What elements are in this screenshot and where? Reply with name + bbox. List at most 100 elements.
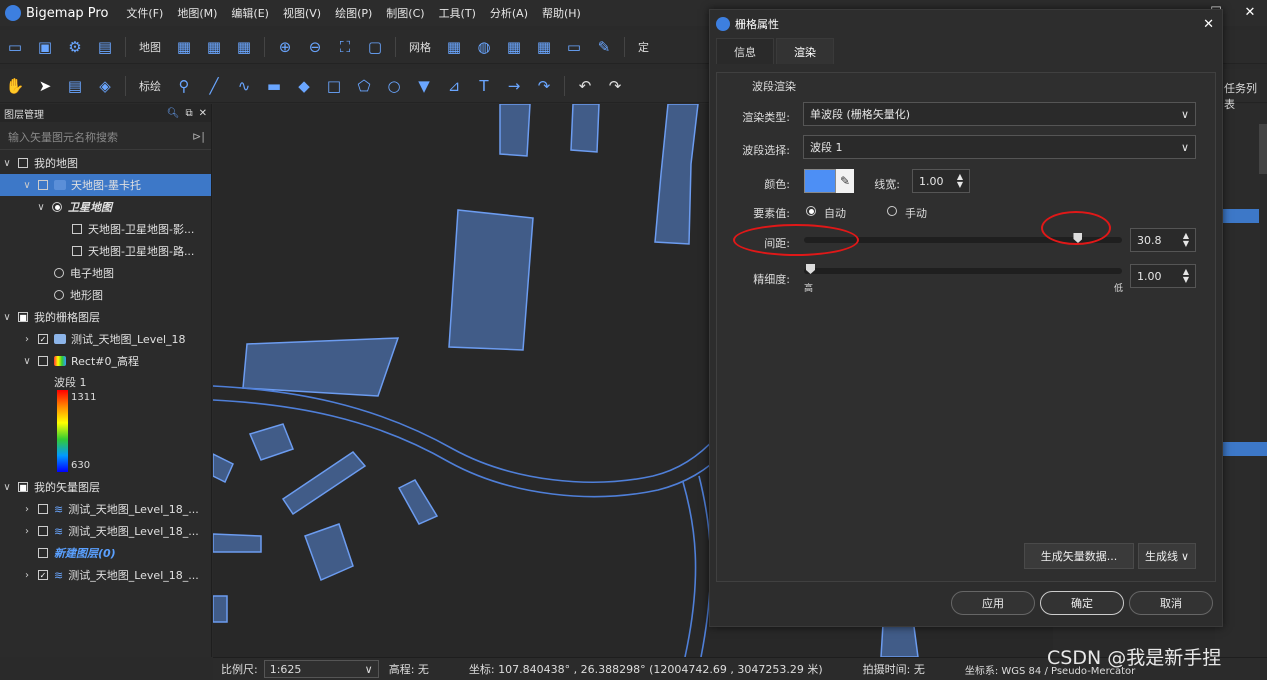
chevron-right-icon[interactable]: › [20, 570, 34, 581]
rectangle-icon[interactable]: ▬ [263, 75, 285, 97]
tree-row[interactable]: › ≋ 测试_天地图_Level_18_... [0, 498, 211, 520]
redo-icon[interactable]: ↷ [604, 75, 626, 97]
collapse-icon[interactable]: ⊳| [192, 130, 205, 143]
road-map-icon[interactable]: ▦ [203, 36, 225, 58]
km-grid-icon[interactable]: ▦ [503, 36, 525, 58]
task-list-label[interactable]: 任务列表 [1224, 80, 1267, 112]
checkbox[interactable] [72, 246, 82, 256]
checkbox[interactable] [38, 526, 48, 536]
arrow-shape-icon[interactable]: ◆ [293, 75, 315, 97]
undo-icon[interactable]: ↶ [574, 75, 596, 97]
checkbox-partial[interactable]: ■ [18, 312, 28, 322]
tree-row[interactable]: ∨ 我的地图 [0, 152, 211, 174]
latlng-grid-icon[interactable]: ◍ [473, 36, 495, 58]
checkbox[interactable] [38, 548, 48, 558]
checkbox[interactable] [72, 224, 82, 234]
menu-analysis[interactable]: 分析(A) [490, 5, 528, 21]
checkbox[interactable] [38, 504, 48, 514]
tree-row[interactable]: 天地图-卫星地图-路... [0, 240, 211, 262]
menu-file[interactable]: 文件(F) [126, 5, 163, 21]
cancel-button[interactable]: 取消 [1129, 591, 1213, 615]
open-folder-icon[interactable]: ▭ [4, 36, 26, 58]
chevron-down-icon[interactable]: ∨ [20, 180, 34, 191]
tree-row[interactable]: 新建图层(0) [0, 542, 211, 564]
checkbox-checked[interactable]: ✓ [38, 570, 48, 580]
tree-row[interactable]: 地形图 [0, 284, 211, 306]
menu-map[interactable]: 地图(M) [177, 5, 217, 21]
curve-icon[interactable]: ∿ [233, 75, 255, 97]
zoom-in-icon[interactable]: ⊕ [274, 36, 296, 58]
square-icon[interactable]: □ [323, 75, 345, 97]
direction-arrow-icon[interactable]: → [503, 75, 525, 97]
measure-line-icon[interactable]: ⊿ [443, 75, 465, 97]
panel-close-icon[interactable]: ✕ [199, 108, 207, 119]
apply-button[interactable]: 应用 [951, 591, 1035, 615]
checkbox-partial[interactable]: ■ [18, 482, 28, 492]
settings-icon[interactable]: ⚙ [64, 36, 86, 58]
tab-render[interactable]: 渲染 [776, 38, 834, 64]
color-swatch[interactable] [804, 169, 836, 193]
checkbox[interactable] [38, 356, 48, 366]
line-icon[interactable]: ╱ [203, 75, 225, 97]
marker-icon[interactable]: ⚲ [173, 75, 195, 97]
tree-row[interactable]: › ≋ 测试_天地图_Level_18_... [0, 520, 211, 542]
layer-search-input[interactable]: 输入矢量图元名称搜索 ⊳| [0, 124, 211, 150]
chevron-down-icon[interactable]: ∨ [20, 356, 34, 367]
precision-spinner[interactable]: 1.00 ▲ ▼ [1130, 264, 1196, 288]
radio-selected[interactable] [52, 202, 62, 212]
fit-extent-icon[interactable]: ⛶ [334, 36, 356, 58]
chevron-right-icon[interactable]: › [20, 334, 34, 345]
pan-hand-icon[interactable]: ✋ [4, 75, 26, 97]
grid-icon[interactable]: ▦ [443, 36, 465, 58]
zoom-out-icon[interactable]: ⊖ [304, 36, 326, 58]
checkbox-checked[interactable]: ✓ [38, 334, 48, 344]
manual-radio[interactable] [887, 206, 897, 216]
generate-line-dropdown[interactable]: 生成线 ∨ [1138, 543, 1196, 569]
scrollbar[interactable] [1259, 124, 1267, 174]
select-arrow-icon[interactable]: ➤ [34, 75, 56, 97]
tree-row[interactable]: 天地图-卫星地图-影... [0, 218, 211, 240]
chevron-down-icon[interactable]: ∨ [0, 312, 14, 323]
tree-row[interactable]: › ✓ 测试_天地图_Level_18 [0, 328, 211, 350]
tree-row[interactable]: ∨ 天地图-墨卡托 [0, 174, 211, 196]
identify-icon[interactable]: ▤ [64, 75, 86, 97]
hook-icon[interactable]: ↷ [533, 75, 555, 97]
chevron-down-icon[interactable]: ∨ [34, 202, 48, 213]
ok-button[interactable]: 确定 [1040, 591, 1124, 615]
dialog-close-icon[interactable]: ✕ [1203, 17, 1214, 32]
chevron-right-icon[interactable]: › [20, 526, 34, 537]
auto-radio[interactable] [806, 206, 816, 216]
checkbox[interactable] [38, 180, 48, 190]
satellite-map-icon[interactable]: ▦ [173, 36, 195, 58]
mapsheet-grid-icon[interactable]: ▦ [533, 36, 555, 58]
spinner-arrows-icon[interactable]: ▲ ▼ [957, 173, 963, 189]
full-extent-icon[interactable]: ▢ [364, 36, 386, 58]
image-icon[interactable]: ▤ [94, 36, 116, 58]
scale-select[interactable]: 1:625 ∨ [263, 660, 379, 678]
text-icon[interactable]: T [473, 75, 495, 97]
tree-row[interactable]: › ✓ ≋ 测试_天地图_Level_18_... [0, 564, 211, 586]
float-icon[interactable]: ⧉ [185, 108, 192, 119]
checkbox[interactable] [18, 158, 28, 168]
menu-help[interactable]: 帮助(H) [542, 5, 581, 21]
tree-row[interactable]: ∨ ■ 我的栅格图层 [0, 306, 211, 328]
interval-spinner[interactable]: 30.8 ▲ ▼ [1130, 228, 1196, 252]
line-width-spinner[interactable]: 1.00 ▲ ▼ [912, 169, 970, 193]
tree-row[interactable]: 电子地图 [0, 262, 211, 284]
precision-slider[interactable] [804, 268, 1122, 274]
tree-row[interactable]: ∨ ■ 我的矢量图层 [0, 476, 211, 498]
close-icon[interactable]: ✕ [1242, 6, 1258, 20]
spinner-arrows-icon[interactable]: ▲ ▼ [1183, 268, 1189, 284]
generate-vector-button[interactable]: 生成矢量数据... [1024, 543, 1134, 569]
folder-icon[interactable]: ▭ [563, 36, 585, 58]
chevron-down-icon[interactable]: ∨ [0, 482, 14, 493]
menu-edit[interactable]: 编辑(E) [231, 5, 269, 21]
menu-tools[interactable]: 工具(T) [439, 5, 476, 21]
search-icon[interactable]: 🔍︎ [167, 108, 180, 119]
menu-cartography[interactable]: 制图(C) [386, 5, 424, 21]
pentagon-icon[interactable]: ⬠ [353, 75, 375, 97]
menu-draw[interactable]: 绘图(P) [335, 5, 372, 21]
tree-row[interactable]: ∨ Rect#0_高程 [0, 350, 211, 372]
measure-icon[interactable]: ◈ [94, 75, 116, 97]
tab-info[interactable]: 信息 [716, 38, 774, 64]
